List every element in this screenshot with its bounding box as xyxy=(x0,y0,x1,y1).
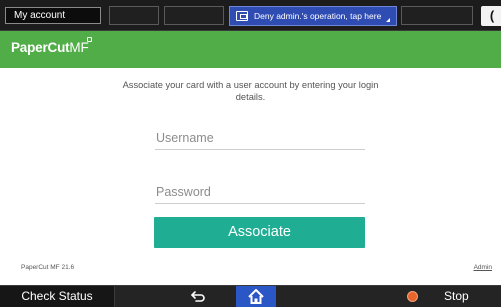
home-button[interactable] xyxy=(236,286,276,307)
papercut-logo: PaperCutMF xyxy=(11,39,89,57)
system-bottom-bar: Check Status Stop xyxy=(0,285,501,307)
system-top-bar: My account Deny admin.'s operation, tap … xyxy=(0,0,501,31)
screen-icon xyxy=(236,11,248,21)
password-field[interactable] xyxy=(155,182,365,204)
top-bar-slot xyxy=(164,6,224,25)
version-label: PaperCut MF 21.6 xyxy=(21,264,75,271)
energy-saver-button[interactable]: ( xyxy=(481,6,501,26)
associate-button[interactable]: Associate xyxy=(154,217,365,248)
my-account-button[interactable]: My account xyxy=(5,7,101,24)
logo-suffix: MF xyxy=(69,40,89,55)
back-arrow-icon xyxy=(191,291,205,302)
admin-link[interactable]: Admin xyxy=(474,264,492,271)
stop-icon[interactable] xyxy=(407,291,418,302)
stop-button[interactable]: Stop xyxy=(444,286,494,307)
resize-corner-icon xyxy=(386,18,390,22)
top-bar-slot xyxy=(109,6,159,25)
check-status-button[interactable]: Check Status xyxy=(0,286,115,307)
username-field[interactable] xyxy=(155,128,365,150)
top-bar-slot xyxy=(401,6,473,25)
back-button[interactable] xyxy=(184,286,214,307)
home-icon xyxy=(248,289,264,304)
deny-admin-operation-text: Deny admin.'s operation, tap here xyxy=(254,11,382,21)
logo-text: PaperCut xyxy=(11,40,70,55)
app-header: PaperCutMF xyxy=(0,31,501,68)
papercut-logo-mark-icon xyxy=(87,37,92,42)
instruction-text: Associate your card with a user account … xyxy=(122,80,379,102)
deny-admin-operation-banner[interactable]: Deny admin.'s operation, tap here xyxy=(229,6,397,26)
